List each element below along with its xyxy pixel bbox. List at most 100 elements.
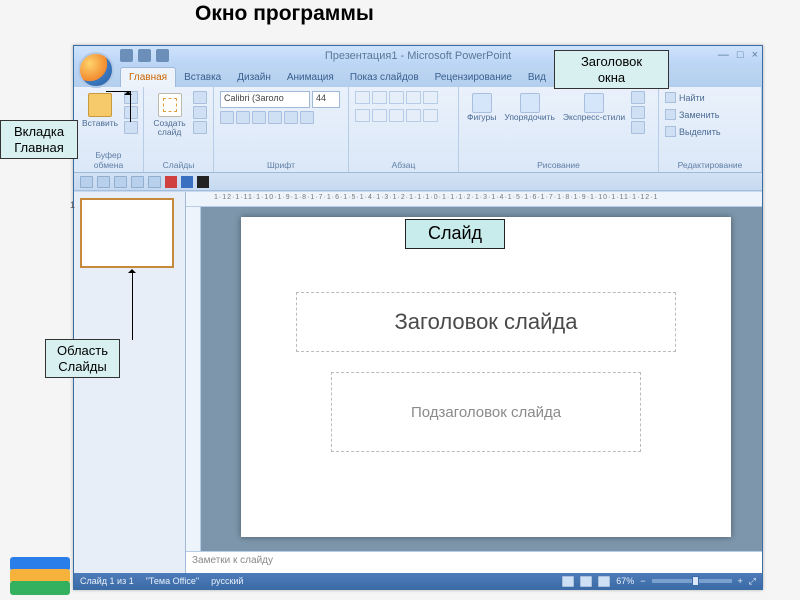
shape-outline-icon[interactable] — [631, 106, 645, 119]
group-drawing-label: Рисование — [465, 160, 652, 170]
color-swatch-red[interactable] — [165, 176, 177, 188]
group-paragraph-label: Абзац — [355, 160, 452, 170]
undo-icon[interactable] — [138, 49, 151, 62]
subtitle-placeholder[interactable]: Подзаголовок слайда — [331, 372, 641, 452]
slide-editor: 1·12·1·11·1·10·1·9·1·8·1·7·1·6·1·5·1·4·1… — [186, 192, 762, 573]
bullets-icon[interactable] — [355, 91, 370, 104]
tab-view[interactable]: Вид — [520, 68, 554, 87]
tab-home[interactable]: Главная — [120, 67, 176, 87]
format-painter-icon[interactable] — [124, 121, 138, 134]
group-editing-label: Редактирование — [665, 160, 755, 170]
callout-slide: Слайд — [405, 219, 505, 249]
group-font: Calibri (Заголо 44 Шрифт — [214, 87, 349, 172]
numbering-icon[interactable] — [372, 91, 387, 104]
tab-review[interactable]: Рецензирование — [427, 68, 520, 87]
align-center-icon[interactable] — [372, 109, 387, 122]
group-clipboard: Вставить Буфер обмена — [74, 87, 144, 172]
shape-fill-icon[interactable] — [631, 91, 645, 104]
ruler-vertical — [186, 207, 201, 551]
layout-icon[interactable] — [193, 91, 207, 104]
find-button[interactable]: Найти — [665, 91, 705, 104]
strike-icon[interactable] — [268, 111, 282, 124]
window-controls: — □ × — [718, 49, 758, 61]
replace-icon — [665, 109, 676, 120]
copy-icon[interactable] — [124, 106, 138, 119]
notes-pane[interactable]: Заметки к слайду — [186, 551, 762, 573]
align-right-icon[interactable] — [389, 109, 404, 122]
arrange-label: Упорядочить — [504, 113, 555, 122]
indent-dec-icon[interactable] — [389, 91, 404, 104]
close-icon[interactable]: × — [752, 49, 758, 61]
slideshow-view-icon[interactable] — [598, 576, 610, 587]
new-slide-label: Создать слайд — [152, 119, 187, 137]
group-paragraph: Абзац — [349, 87, 459, 172]
line-spacing-icon[interactable] — [423, 91, 438, 104]
underline-icon[interactable] — [252, 111, 266, 124]
color-swatch-black[interactable] — [197, 176, 209, 188]
normal-view-icon[interactable] — [562, 576, 574, 587]
shapes-icon — [472, 93, 492, 113]
tool-icon-3[interactable] — [114, 176, 127, 188]
group-drawing: Фигуры Упорядочить Экспресс-стили Рисова… — [459, 87, 659, 172]
redo-icon[interactable] — [156, 49, 169, 62]
sorter-view-icon[interactable] — [580, 576, 592, 587]
color-swatch-blue[interactable] — [181, 176, 193, 188]
secondary-toolbar — [74, 173, 762, 191]
font-color-icon[interactable] — [300, 111, 314, 124]
slide-canvas[interactable]: Заголовок слайда Подзаголовок слайда — [241, 217, 731, 537]
italic-icon[interactable] — [236, 111, 250, 124]
replace-label: Заменить — [679, 110, 719, 120]
select-label: Выделить — [679, 127, 721, 137]
shadow-icon[interactable] — [284, 111, 298, 124]
arrange-button[interactable]: Упорядочить — [502, 91, 557, 124]
zoom-slider[interactable] — [652, 579, 732, 583]
group-editing: Найти Заменить Выделить Редактирование — [659, 87, 762, 172]
columns-icon[interactable] — [423, 109, 438, 122]
title-placeholder[interactable]: Заголовок слайда — [296, 292, 676, 352]
maximize-icon[interactable]: □ — [737, 49, 744, 61]
zoom-out-icon[interactable]: − — [640, 576, 645, 586]
slide-thumbnail[interactable]: 1 — [80, 198, 174, 268]
tab-design[interactable]: Дизайн — [229, 68, 279, 87]
find-icon — [665, 92, 676, 103]
paste-label: Вставить — [82, 119, 118, 128]
shape-effects-icon[interactable] — [631, 121, 645, 134]
indent-inc-icon[interactable] — [406, 91, 421, 104]
paste-button[interactable]: Вставить — [80, 91, 120, 130]
bold-icon[interactable] — [220, 111, 234, 124]
new-slide-button[interactable]: Создать слайд — [150, 91, 189, 139]
save-icon[interactable] — [120, 49, 133, 62]
tool-icon-4[interactable] — [131, 176, 144, 188]
status-language: русский — [211, 576, 243, 586]
fit-icon[interactable]: ⤢ — [749, 576, 756, 587]
callout-slides-area: ОбластьСлайды — [45, 339, 120, 378]
align-left-icon[interactable] — [355, 109, 370, 122]
window-title: Презентация1 - Microsoft PowerPoint — [325, 50, 511, 62]
quick-styles-button[interactable]: Экспресс-стили — [561, 91, 627, 124]
shapes-button[interactable]: Фигуры — [465, 91, 498, 124]
tab-animation[interactable]: Анимация — [279, 68, 342, 87]
thumb-number: 1 — [70, 200, 75, 210]
tab-slideshow[interactable]: Показ слайдов — [342, 68, 427, 87]
group-clipboard-label: Буфер обмена — [80, 150, 137, 170]
slides-panel[interactable]: 1 — [74, 192, 186, 573]
minimize-icon[interactable]: — — [718, 49, 729, 61]
ruler-horizontal: 1·12·1·11·1·10·1·9·1·8·1·7·1·6·1·5·1·4·1… — [186, 192, 762, 207]
office-button[interactable] — [78, 52, 114, 88]
zoom-in-icon[interactable]: + — [738, 576, 743, 586]
font-family-select[interactable]: Calibri (Заголо — [220, 91, 310, 108]
replace-button[interactable]: Заменить — [665, 108, 719, 121]
canvas-area[interactable]: Заголовок слайда Подзаголовок слайда — [201, 207, 762, 551]
tool-icon-1[interactable] — [80, 176, 93, 188]
workspace: 1 1·12·1·11·1·10·1·9·1·8·1·7·1·6·1·5·1·4… — [74, 192, 762, 573]
select-button[interactable]: Выделить — [665, 125, 721, 138]
delete-icon[interactable] — [193, 121, 207, 134]
font-size-select[interactable]: 44 — [312, 91, 340, 108]
status-bar: Слайд 1 из 1 "Тема Office" русский 67% −… — [74, 573, 762, 589]
tool-icon-2[interactable] — [97, 176, 110, 188]
reset-icon[interactable] — [193, 106, 207, 119]
tool-icon-5[interactable] — [148, 176, 161, 188]
justify-icon[interactable] — [406, 109, 421, 122]
tab-insert[interactable]: Вставка — [176, 68, 229, 87]
group-slides: Создать слайд Слайды — [144, 87, 214, 172]
